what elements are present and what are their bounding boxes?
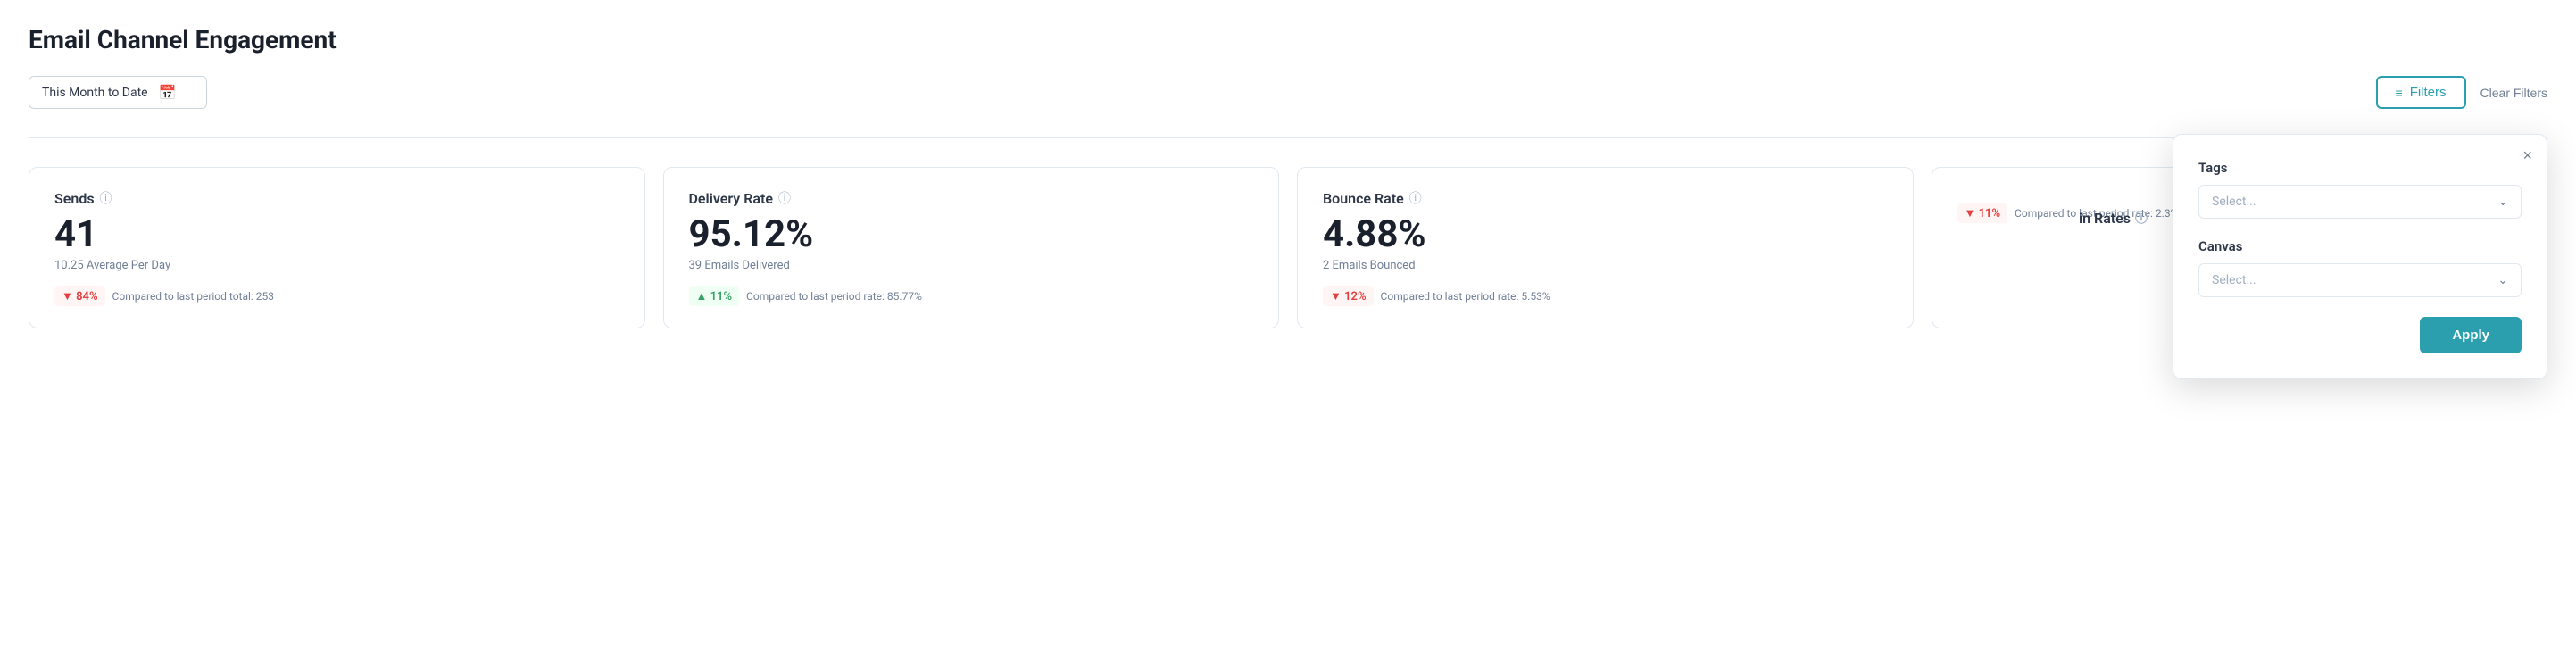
- filter-close-button[interactable]: ×: [2522, 147, 2532, 163]
- filter-tags-placeholder: Select...: [2212, 195, 2256, 209]
- section-divider: [29, 137, 2547, 138]
- filter-tags-section: Tags Select... ⌄: [2198, 160, 2522, 219]
- metric-title-delivery: Delivery Rate: [689, 190, 773, 207]
- metric-header-delivery: Delivery Rate ⓘ: [689, 189, 1254, 207]
- top-bar: This Month to Date 📅 ≡ Filters Clear Fil…: [29, 76, 2547, 109]
- in-rates-area: in Rates ⓘ: [2079, 209, 2148, 227]
- in-rates-info-icon[interactable]: ⓘ: [2135, 209, 2148, 227]
- metrics-row: Sends ⓘ 41 10.25 Average Per Day ▼ 84% C…: [29, 167, 2547, 328]
- filter-panel: × Tags Select... ⌄ Canvas Select... ⌄ Ap…: [2173, 134, 2547, 379]
- comparison-text-sends: Compared to last period total: 253: [112, 290, 275, 303]
- date-picker[interactable]: This Month to Date 📅: [29, 76, 207, 109]
- metric-value-delivery: 95.12%: [689, 216, 1254, 253]
- metric-subtitle-sends: 10.25 Average Per Day: [54, 259, 619, 272]
- filters-icon: ≡: [2396, 86, 2403, 100]
- metric-card-bounce-rate: Bounce Rate ⓘ 4.88% 2 Emails Bounced ▼ 1…: [1297, 167, 1914, 328]
- filter-canvas-section: Canvas Select... ⌄: [2198, 238, 2522, 297]
- metric-comparison-bounce: ▼ 12% Compared to last period rate: 5.53…: [1323, 286, 1888, 306]
- metric-comparison-sends: ▼ 84% Compared to last period total: 253: [54, 286, 619, 306]
- metric-card-delivery-rate: Delivery Rate ⓘ 95.12% 39 Emails Deliver…: [663, 167, 1280, 328]
- filter-canvas-placeholder: Select...: [2212, 273, 2256, 287]
- metric-card-sends: Sends ⓘ 41 10.25 Average Per Day ▼ 84% C…: [29, 167, 645, 328]
- filters-button[interactable]: ≡ Filters: [2376, 76, 2466, 109]
- filter-tags-select[interactable]: Select... ⌄: [2198, 185, 2522, 219]
- badge-4: ▼ 11%: [1957, 203, 2008, 223]
- metric-comparison-delivery: ▲ 11% Compared to last period rate: 85.7…: [689, 286, 1254, 306]
- tags-chevron-icon: ⌄: [2497, 195, 2508, 209]
- page-title: Email Channel Engagement: [29, 25, 2547, 54]
- canvas-chevron-icon: ⌄: [2497, 273, 2508, 287]
- calendar-icon: 📅: [159, 84, 177, 101]
- metric-header-bounce: Bounce Rate ⓘ: [1323, 189, 1888, 207]
- badge-sends: ▼ 84%: [54, 286, 105, 306]
- comparison-text-delivery: Compared to last period rate: 85.77%: [746, 290, 922, 303]
- in-rates-label: in Rates: [2079, 210, 2131, 227]
- comparison-text-bounce: Compared to last period rate: 5.53%: [1381, 290, 1550, 303]
- metric-value-sends: 41: [54, 216, 619, 253]
- badge-delivery: ▲ 11%: [689, 286, 740, 306]
- filter-apply-row: Apply: [2198, 317, 2522, 353]
- clear-filters-button[interactable]: Clear Filters: [2480, 86, 2547, 100]
- metric-subtitle-delivery: 39 Emails Delivered: [689, 259, 1254, 272]
- filter-canvas-select[interactable]: Select... ⌄: [2198, 263, 2522, 297]
- bounce-info-icon[interactable]: ⓘ: [1409, 189, 1422, 207]
- badge-bounce: ▼ 12%: [1323, 286, 1374, 306]
- metric-title-sends: Sends: [54, 190, 95, 207]
- metric-title-bounce: Bounce Rate: [1323, 190, 1404, 207]
- filters-label: Filters: [2410, 85, 2447, 100]
- filter-canvas-label: Canvas: [2198, 238, 2522, 254]
- delivery-info-icon[interactable]: ⓘ: [778, 189, 791, 207]
- date-picker-label: This Month to Date: [42, 86, 148, 100]
- sends-info-icon[interactable]: ⓘ: [100, 189, 112, 207]
- filter-tags-label: Tags: [2198, 160, 2522, 176]
- metric-header-sends: Sends ⓘ: [54, 189, 619, 207]
- top-bar-right: ≡ Filters Clear Filters: [2376, 76, 2547, 109]
- apply-button[interactable]: Apply: [2420, 317, 2522, 353]
- metric-subtitle-bounce: 2 Emails Bounced: [1323, 259, 1888, 272]
- metric-value-bounce: 4.88%: [1323, 216, 1888, 253]
